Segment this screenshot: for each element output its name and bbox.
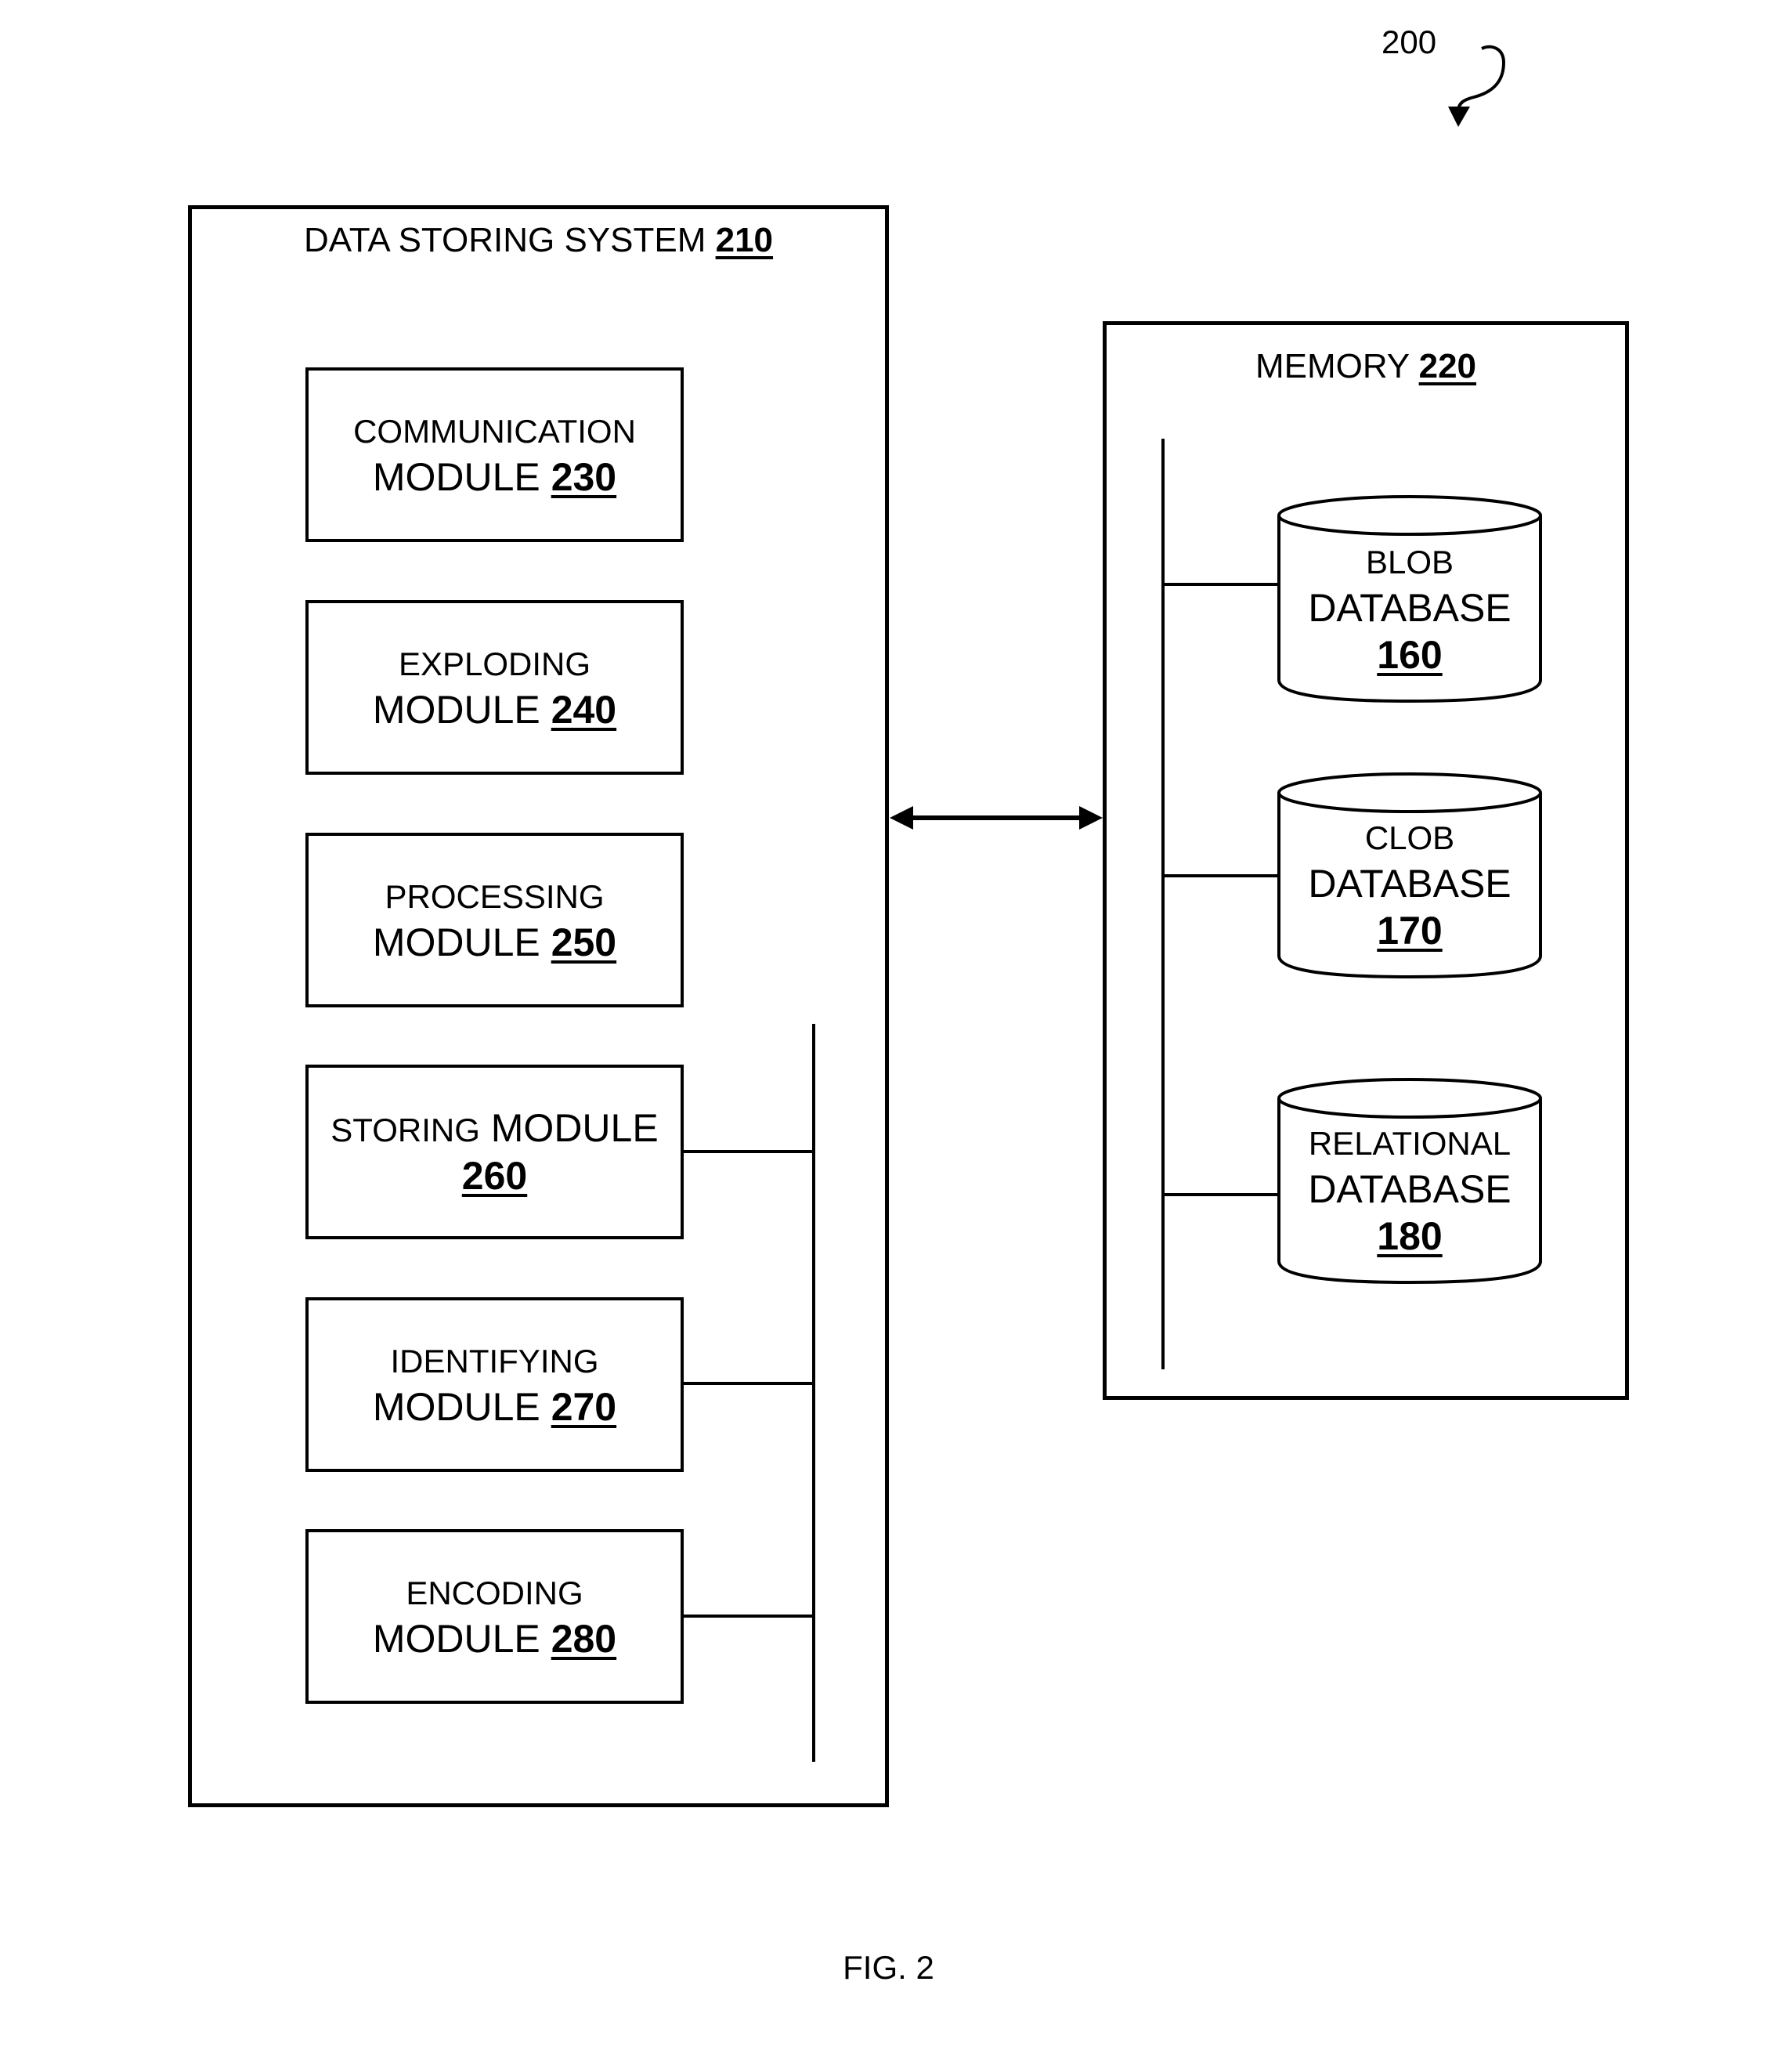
storing-module: STORING MODULE 260	[305, 1065, 684, 1239]
blob-database-label: BLOB DATABASE 160	[1308, 544, 1512, 677]
processing-module: PROCESSING MODULE 250	[305, 833, 684, 1007]
bidirectional-arrow	[890, 806, 1103, 830]
data-storing-system-title: DATA STORING SYSTEM 210	[303, 221, 774, 259]
data-storing-system-number: 210	[715, 221, 774, 259]
reference-arrow-icon	[1457, 45, 1506, 112]
relational-database-label: RELATIONAL DATABASE 180	[1308, 1125, 1512, 1258]
communication-module: COMMUNICATION MODULE 230	[305, 367, 684, 542]
encoding-module: ENCODING MODULE 280	[305, 1529, 684, 1704]
identifying-module: IDENTIFYING MODULE 270	[305, 1297, 684, 1472]
memory-number: 220	[1418, 347, 1477, 385]
clob-database-label: CLOB DATABASE 170	[1308, 819, 1512, 953]
figure-caption: FIG. 2	[843, 1949, 934, 1986]
reference-arrowhead	[1448, 107, 1470, 127]
memory-title: MEMORY 220	[1255, 347, 1477, 385]
exploding-module: EXPLODING MODULE 240	[305, 600, 684, 775]
figure-reference-label: 200	[1382, 24, 1437, 60]
